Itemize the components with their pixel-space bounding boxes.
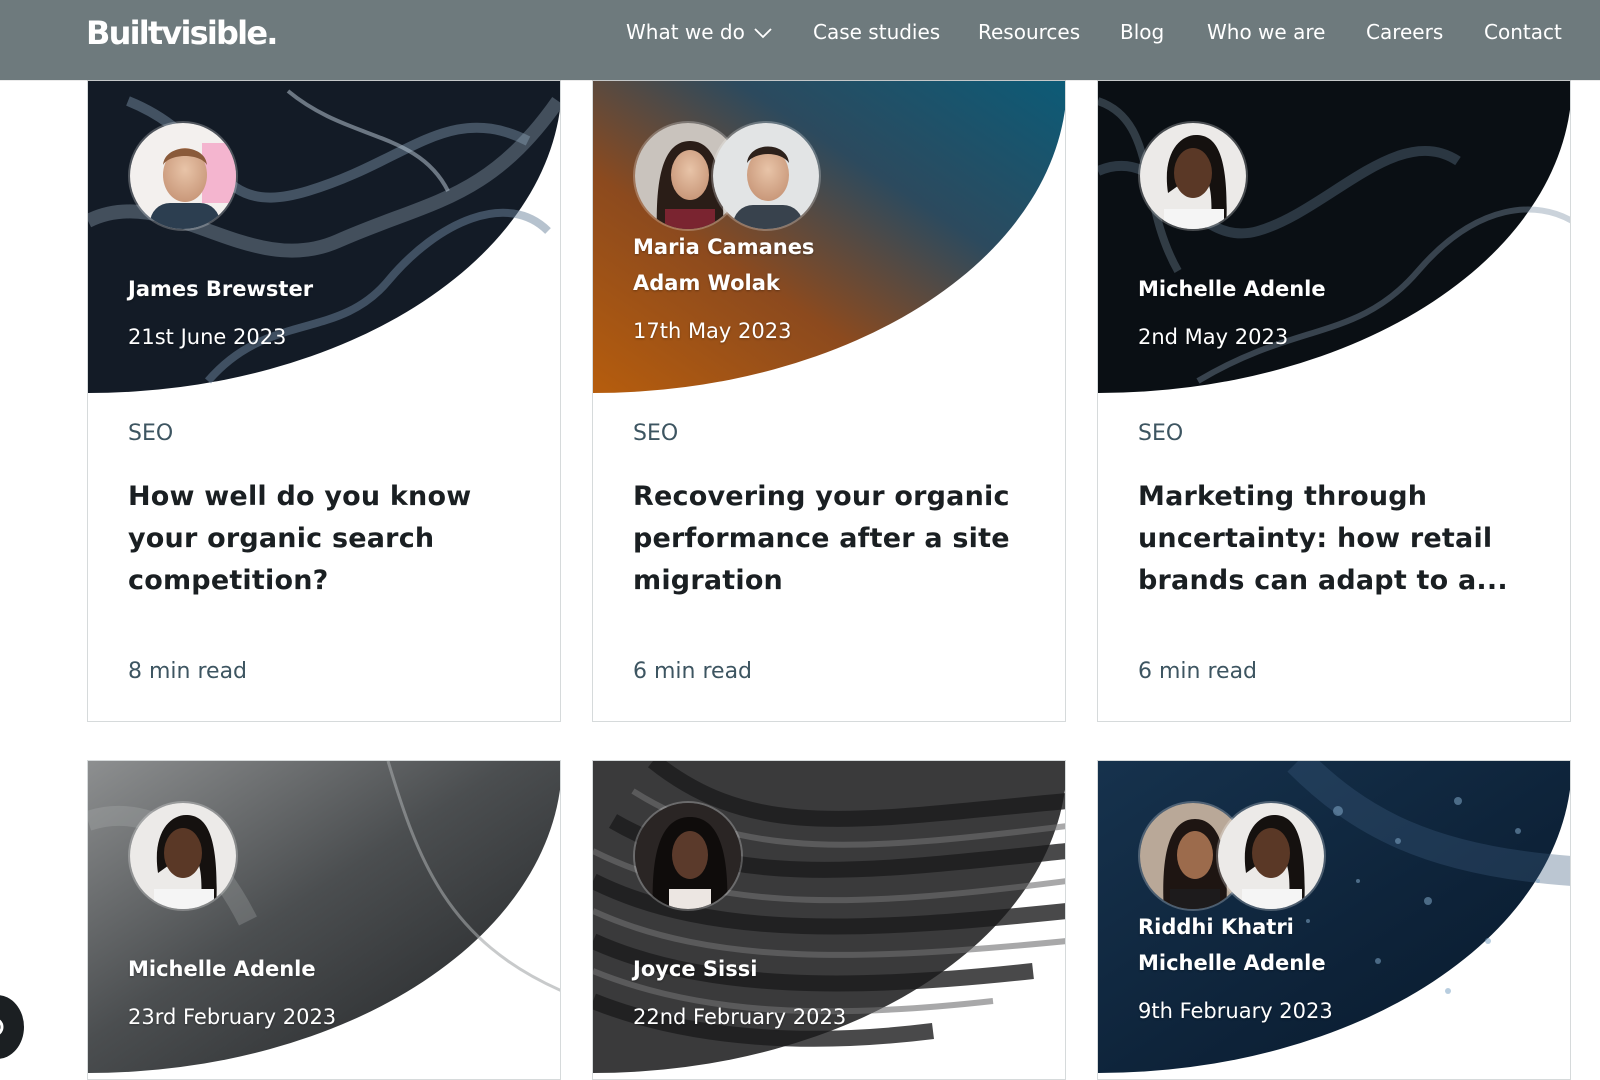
author-avatar [128, 121, 238, 231]
author-name[interactable]: James Brewster [128, 277, 313, 301]
author-avatar [1216, 801, 1326, 911]
author-name[interactable]: Adam Wolak [633, 271, 780, 295]
site-header: Builtvisible. What we do Case studies Re… [0, 0, 1600, 80]
nav-item-case-studies[interactable]: Case studies [813, 20, 940, 44]
article-title[interactable]: Marketing through uncertainty: how retai… [1138, 476, 1538, 602]
article-card[interactable]: Joyce Sissi 22nd February 2023 [592, 760, 1066, 1080]
article-category[interactable]: SEO [1138, 421, 1183, 446]
article-card[interactable]: James Brewster 21st June 2023 SEO How we… [87, 80, 561, 722]
author-avatar [711, 121, 821, 231]
author-name[interactable]: Michelle Adenle [1138, 951, 1326, 975]
article-date: 23rd February 2023 [128, 1005, 337, 1029]
nav-item-contact[interactable]: Contact [1484, 20, 1562, 44]
card-hero: Michelle Adenle 23rd February 2023 [88, 761, 560, 1073]
card-hero: Joyce Sissi 22nd February 2023 [593, 761, 1065, 1073]
nav-item-resources[interactable]: Resources [978, 20, 1080, 44]
author-name[interactable]: Maria Camanes [633, 235, 814, 259]
nav-item-label: What we do [626, 20, 745, 44]
article-card[interactable]: Michelle Adenle 2nd May 2023 SEO Marketi… [1097, 80, 1571, 722]
article-category[interactable]: SEO [128, 421, 173, 446]
author-name[interactable]: Joyce Sissi [633, 957, 757, 981]
author-name[interactable]: Riddhi Khatri [1138, 915, 1294, 939]
nav-item-who-we-are[interactable]: Who we are [1207, 20, 1325, 44]
author-avatar [633, 801, 743, 911]
nav-item-careers[interactable]: Careers [1366, 20, 1443, 44]
author-avatar [1138, 121, 1248, 231]
author-name[interactable]: Michelle Adenle [128, 957, 316, 981]
article-card[interactable]: Maria Camanes Adam Wolak 17th May 2023 S… [592, 80, 1066, 722]
article-date: 22nd February 2023 [633, 1005, 847, 1029]
read-time: 6 min read [1138, 659, 1258, 684]
read-time: 8 min read [128, 659, 248, 684]
author-avatar [128, 801, 238, 911]
main-nav: What we do Case studies Resources Blog W… [0, 0, 1600, 80]
chat-button[interactable] [0, 995, 24, 1059]
chevron-down-icon [753, 20, 773, 44]
article-date: 2nd May 2023 [1138, 325, 1289, 349]
article-date: 17th May 2023 [633, 319, 792, 343]
article-card[interactable]: Riddhi Khatri Michelle Adenle 9th Februa… [1097, 760, 1571, 1080]
article-title[interactable]: How well do you know your organic search… [128, 476, 528, 602]
article-date: 21st June 2023 [128, 325, 287, 349]
card-hero: Riddhi Khatri Michelle Adenle 9th Februa… [1098, 761, 1570, 1073]
article-date: 9th February 2023 [1138, 999, 1333, 1023]
article-category[interactable]: SEO [633, 421, 678, 446]
nav-item-blog[interactable]: Blog [1120, 20, 1164, 44]
article-card[interactable]: Michelle Adenle 23rd February 2023 [87, 760, 561, 1080]
card-hero: James Brewster 21st June 2023 [88, 81, 560, 393]
nav-item-what-we-do[interactable]: What we do [626, 20, 773, 44]
card-hero: Michelle Adenle 2nd May 2023 [1098, 81, 1570, 393]
chat-icon [0, 1019, 4, 1035]
article-title[interactable]: Recovering your organic performance afte… [633, 476, 1033, 602]
card-hero: Maria Camanes Adam Wolak 17th May 2023 [593, 81, 1065, 393]
read-time: 6 min read [633, 659, 753, 684]
author-name[interactable]: Michelle Adenle [1138, 277, 1326, 301]
